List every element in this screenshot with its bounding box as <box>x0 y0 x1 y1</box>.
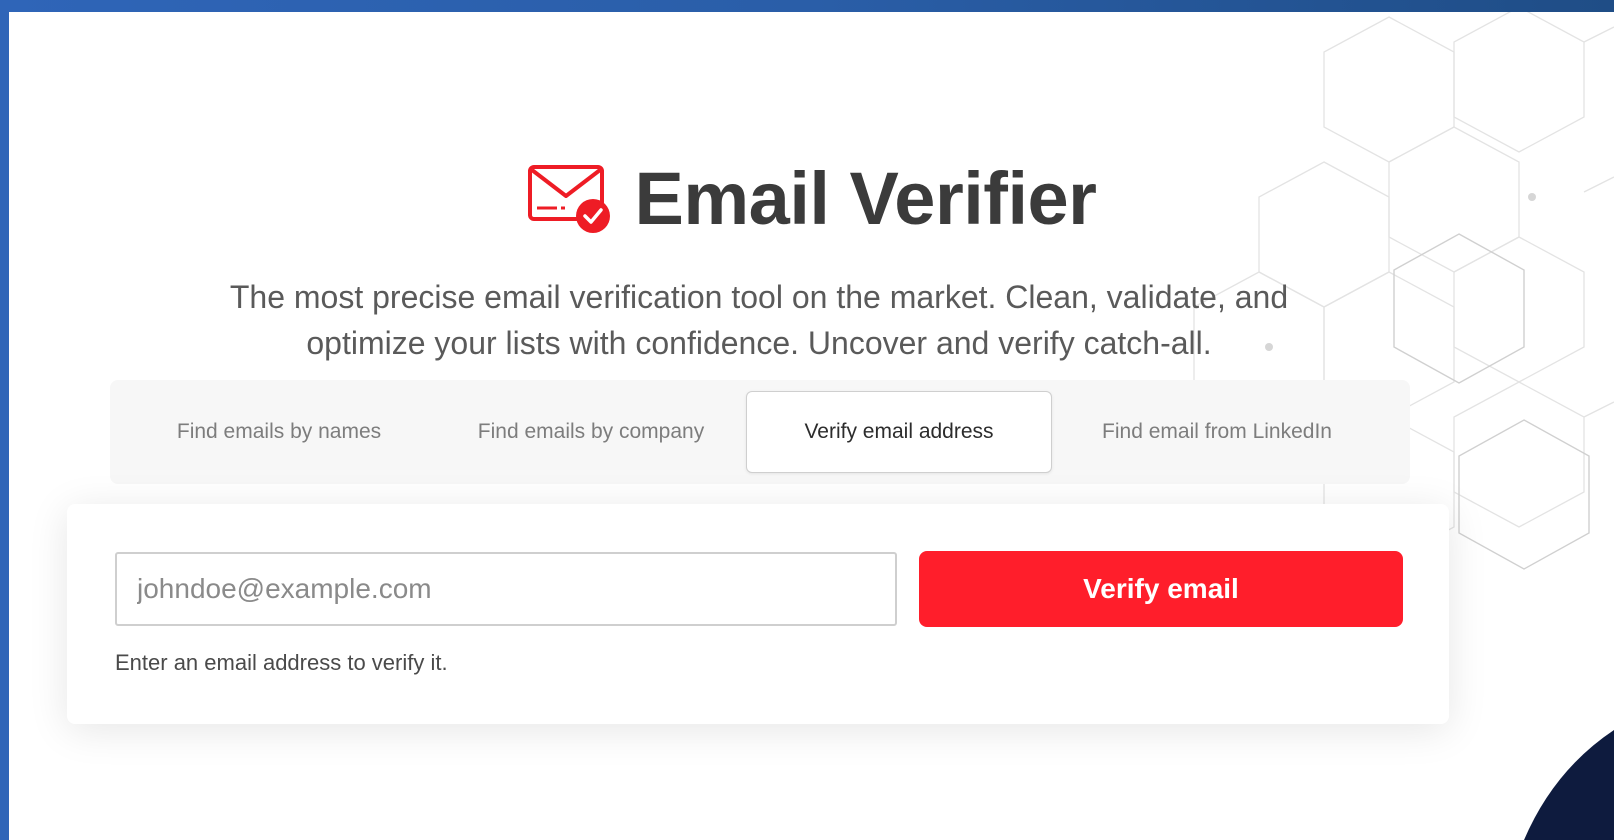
tab-find-from-linkedin[interactable]: Find email from LinkedIn <box>1052 391 1382 473</box>
page-header: Email Verifier <box>9 112 1614 285</box>
tab-verify-email[interactable]: Verify email address <box>746 391 1052 473</box>
page-subtitle: The most precise email verification tool… <box>229 279 1289 361</box>
envelope-check-icon <box>527 164 610 233</box>
verify-email-button[interactable]: Verify email <box>919 551 1403 627</box>
tab-find-by-company[interactable]: Find emails by company <box>436 391 746 473</box>
tab-find-by-names[interactable]: Find emails by names <box>122 391 436 473</box>
page-title: Email Verifier <box>634 156 1097 240</box>
page-frame: Email Verifier The most precise email ve… <box>9 12 1614 840</box>
email-input[interactable] <box>115 552 897 626</box>
mode-tabs: Find emails by names Find emails by comp… <box>110 380 1410 484</box>
verify-form-card: Verify email Enter an email address to v… <box>67 504 1449 724</box>
corner-decoration <box>1524 730 1614 840</box>
input-hint: Enter an email address to verify it. <box>115 650 448 675</box>
